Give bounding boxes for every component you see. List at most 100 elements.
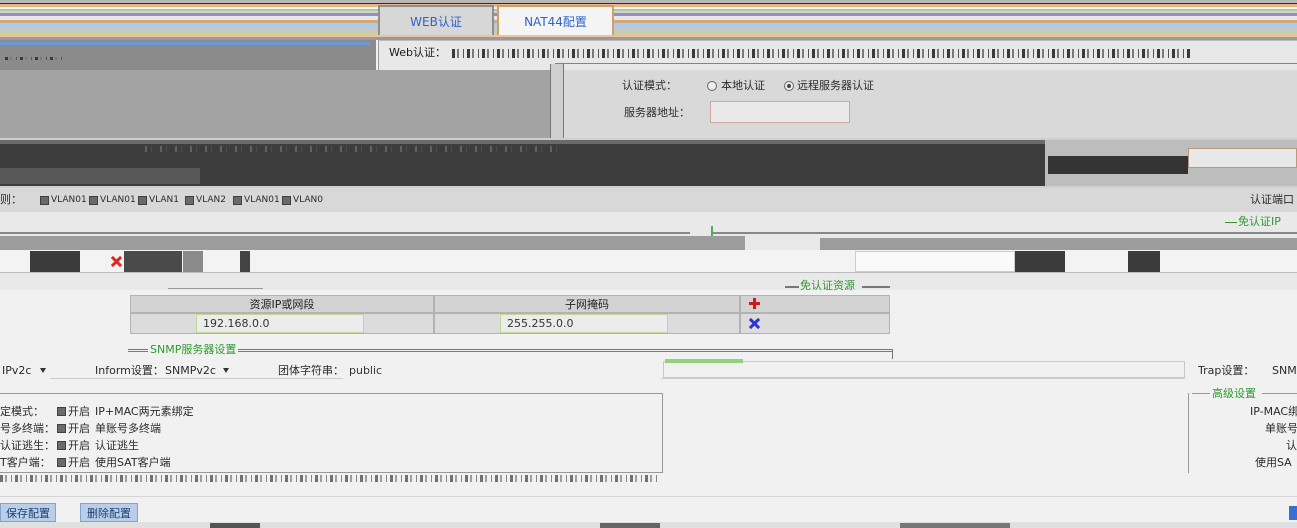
sat-client-checkbox[interactable] (57, 458, 66, 467)
rule-checkbox-label: VLAN01 (51, 195, 87, 205)
fieldset-line (238, 349, 893, 352)
sat-client-desc: 使用SAT客户端 (95, 456, 171, 469)
binding-mode-checkbox[interactable] (57, 407, 66, 416)
rule-checkbox[interactable] (138, 196, 147, 205)
tab-web-auth[interactable]: WEB认证 (378, 5, 494, 35)
binding-mode-label: 定模式： (0, 405, 44, 418)
glitch-band (0, 70, 550, 138)
rule-checkbox-label: VLAN0 (293, 195, 323, 205)
glitch-band (30, 251, 80, 272)
fieldset-line (862, 286, 890, 288)
table-row (740, 313, 890, 334)
sat-client-label: T客户端： (0, 456, 51, 469)
free-ip-legend: 免认证IP (1238, 215, 1281, 228)
multi-terminal-label: 号多终端： (0, 422, 55, 435)
table-header-mask: 子网掩码 (434, 295, 740, 313)
rule-checkbox[interactable] (89, 196, 98, 205)
multi-terminal-toggle: 开启 (68, 422, 90, 435)
resource-ip-input[interactable] (196, 314, 364, 333)
radio-remote-auth[interactable] (784, 81, 794, 91)
glitch-band (1048, 156, 1188, 174)
community-input[interactable] (343, 361, 661, 379)
right-binding-label: IP-MAC绑 (1250, 405, 1297, 418)
glitch-band (820, 238, 1297, 250)
glitch-band (0, 42, 370, 45)
glitch-band (0, 168, 200, 184)
rules-label: 则： (0, 193, 22, 206)
glitch-band (210, 523, 260, 528)
server-address-label: 服务器地址： (624, 106, 690, 119)
glitch-band (855, 251, 1015, 272)
server-address-input[interactable] (710, 101, 850, 123)
fieldset-line (168, 288, 263, 289)
auth-escape-checkbox[interactable] (57, 441, 66, 450)
page: WEB认证 NAT44配置 Web认证： 认证模式： 本地认证 远程服务器认证 … (0, 0, 1297, 528)
radio-local-auth[interactable] (707, 81, 717, 91)
rule-checkbox-label: VLAN01 (244, 195, 280, 205)
binding-mode-desc: IP+MAC两元素绑定 (95, 405, 194, 418)
fieldset-line (785, 286, 799, 288)
close-icon[interactable] (111, 256, 122, 267)
table-header-actions (740, 295, 890, 313)
top-stripes (0, 0, 1297, 40)
divider (1225, 222, 1237, 223)
glitch-band (5, 57, 65, 60)
rule-checkbox[interactable] (233, 196, 242, 205)
radio-remote-auth-label: 远程服务器认证 (797, 79, 874, 92)
tab-nat44-config[interactable]: NAT44配置 (497, 5, 614, 35)
chevron-down-icon (40, 368, 46, 373)
glitch-band (0, 140, 1045, 144)
glitch-band (1188, 148, 1297, 168)
radio-local-auth-label: 本地认证 (721, 79, 765, 92)
divider (0, 272, 1297, 273)
subnet-mask-input[interactable] (500, 314, 668, 333)
rule-checkbox[interactable] (185, 196, 194, 205)
divider (0, 232, 690, 234)
glitch-band (665, 359, 743, 363)
plus-icon[interactable] (749, 298, 760, 309)
glitch-band (183, 251, 203, 272)
multi-terminal-desc: 单账号多终端 (95, 422, 161, 435)
auth-mode-label: 认证模式： (622, 79, 677, 92)
close-icon[interactable] (749, 318, 760, 329)
multi-terminal-checkbox[interactable] (57, 424, 66, 433)
inform-select[interactable]: SNMPv2c (165, 364, 216, 378)
divider (550, 64, 564, 138)
table-header-ip: 资源IP或网段 (130, 295, 434, 313)
free-resources-legend: 免认证资源 (800, 279, 855, 292)
auth-escape-desc: 认证逃生 (95, 439, 139, 452)
fieldset-line (892, 349, 893, 359)
snmp-legend: SNMP服务器设置 (150, 343, 237, 356)
right-multi-terminal-label: 单账号 (1265, 422, 1297, 435)
delete-config-button[interactable]: 删除配置 (80, 503, 138, 522)
glitch-band (0, 236, 745, 250)
glitch-band (124, 251, 182, 272)
rule-checkbox-label: VLAN2 (196, 195, 226, 205)
glitch-band (663, 361, 1185, 378)
rule-checkbox-label: VLAN1 (149, 195, 179, 205)
rule-checkbox[interactable] (40, 196, 49, 205)
sat-client-toggle: 开启 (68, 456, 90, 469)
glitch-band (240, 251, 250, 272)
right-sat-client-label: 使用SA (1255, 456, 1292, 469)
rule-checkbox-label: VLAN01 (100, 195, 136, 205)
divider (555, 63, 1297, 64)
glitch-band (140, 146, 560, 152)
glitch-band (0, 475, 660, 482)
auth-escape-label: 认证逃生： (0, 439, 55, 452)
trap-select[interactable]: SNM (1272, 364, 1297, 378)
snmp-version-select[interactable]: IPv2c (2, 364, 31, 378)
intro-label: Web认证： (389, 46, 446, 59)
glitch-band (1128, 251, 1160, 272)
glitch-band (600, 523, 660, 528)
scroll-handle[interactable] (1289, 506, 1297, 520)
divider (712, 232, 1297, 234)
chevron-down-icon (223, 368, 229, 373)
binding-mode-toggle: 开启 (68, 405, 90, 418)
glitch-band (900, 523, 1010, 528)
rule-checkbox[interactable] (282, 196, 291, 205)
inform-label: Inform设置： (95, 364, 164, 377)
save-config-button[interactable]: 保存配置 (0, 503, 56, 522)
trap-label: Trap设置： (1198, 364, 1255, 377)
divider (0, 496, 1297, 497)
